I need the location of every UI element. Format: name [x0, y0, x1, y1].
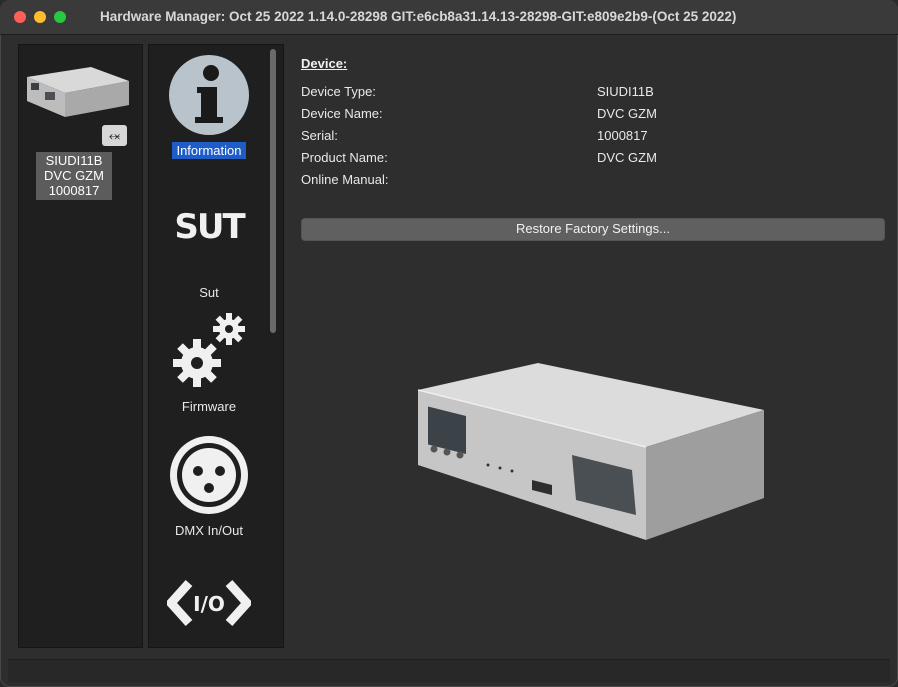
window-title: Hardware Manager: Oct 25 2022 1.14.0-282… — [100, 9, 737, 24]
device-name-label: DVC GZM — [44, 168, 104, 183]
detail-label: Product Name: — [301, 150, 388, 165]
nav-scrollbar[interactable] — [270, 49, 276, 333]
detail-value: DVC GZM — [597, 106, 657, 121]
nav-item-firmware[interactable]: Firmware — [149, 307, 269, 416]
detail-value: DVC GZM — [597, 150, 657, 165]
device-thumbnail-icon — [27, 67, 129, 117]
section-title: Device: — [301, 56, 348, 71]
detail-row-device-type: Device Type: SIUDI11B — [301, 84, 885, 106]
detail-value: 1000817 — [597, 128, 648, 143]
nav-item-information[interactable]: Information — [149, 53, 269, 160]
sut-logo-icon: SUT — [174, 207, 248, 247]
nav-label-dmx: DMX In/Out — [175, 523, 243, 538]
info-icon — [169, 55, 249, 135]
restore-factory-settings-button[interactable]: Restore Factory Settings... — [301, 218, 885, 241]
device-type-label: SIUDI11B — [45, 153, 103, 168]
device-serial-label: 1000817 — [48, 183, 100, 198]
nav-item-io[interactable]: I/O — [149, 573, 269, 638]
nav-label-firmware: Firmware — [181, 399, 237, 414]
title-bar: Hardware Manager: Oct 25 2022 1.14.0-282… — [0, 0, 898, 35]
category-nav-panel: Information SUT Sut Firmware DMX In/Out … — [148, 44, 284, 648]
io-icon: I/O — [164, 579, 254, 627]
device-list-label: SIUDI11B DVC GZM 1000817 — [36, 152, 112, 200]
gears-icon — [173, 313, 245, 387]
detail-row-device-name: Device Name: DVC GZM — [301, 106, 885, 128]
detail-value: SIUDI11B — [597, 84, 654, 99]
detail-row-online-manual: Online Manual: — [301, 172, 885, 194]
nav-item-sut[interactable]: SUT Sut — [149, 205, 269, 302]
device-list-panel: ⬾ SIUDI11B DVC GZM 1000817 — [18, 44, 143, 648]
nav-label-sut: Sut — [199, 285, 219, 300]
detail-row-product-name: Product Name: DVC GZM — [301, 150, 885, 172]
svg-text:I/O: I/O — [193, 592, 225, 616]
dmx-connector-icon — [170, 436, 248, 514]
detail-row-serial: Serial: 1000817 — [301, 128, 885, 150]
zoom-window-button[interactable] — [54, 11, 66, 23]
minimize-window-button[interactable] — [34, 11, 46, 23]
detail-label: Online Manual: — [301, 172, 389, 187]
svg-text:SUT: SUT — [174, 207, 246, 245]
hardware-manager-window: Hardware Manager: Oct 25 2022 1.14.0-282… — [0, 0, 898, 687]
close-window-button[interactable] — [14, 11, 26, 23]
status-bar — [8, 659, 890, 682]
device-image — [417, 363, 764, 540]
usb-icon: ⬾ — [102, 125, 127, 146]
detail-label: Device Name: — [301, 106, 383, 121]
detail-label: Serial: — [301, 128, 338, 143]
nav-item-dmx[interactable]: DMX In/Out — [149, 433, 269, 540]
detail-label: Device Type: — [301, 84, 376, 99]
nav-label-information: Information — [172, 142, 246, 159]
device-details: Device: Device Type: SIUDI11B Device Nam… — [301, 56, 885, 194]
